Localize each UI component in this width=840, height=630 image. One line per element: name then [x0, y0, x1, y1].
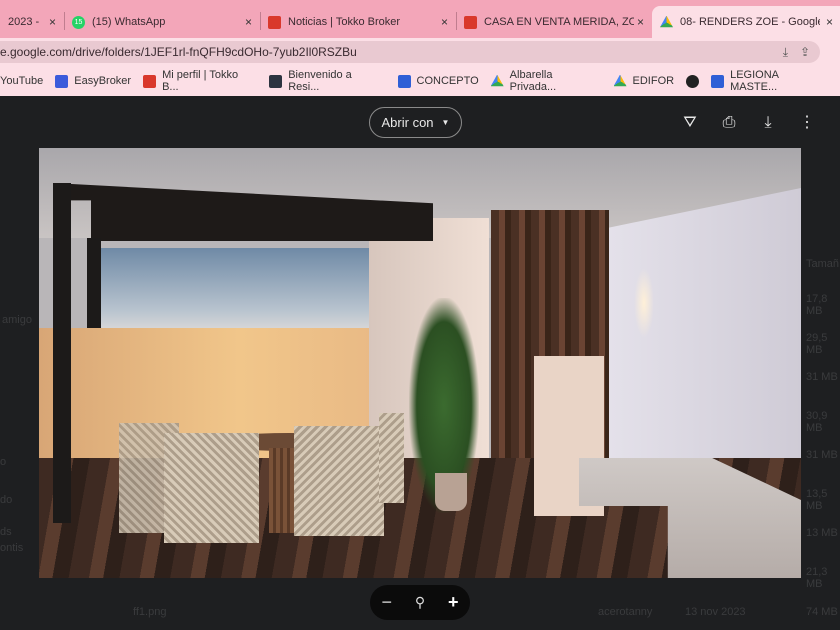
tab-label: 2023 -: [8, 16, 40, 28]
bookmark-youtube[interactable]: YouTube: [0, 75, 43, 87]
bg-text: 17,8 MB: [806, 293, 828, 317]
bookmark-easybroker[interactable]: EasyBroker: [55, 74, 132, 88]
address-bar-row: e.google.com/drive/folders/1JEF1rl-fnQFH…: [0, 38, 840, 66]
url-text: e.google.com/drive/folders/1JEF1rl-fnQFH…: [0, 45, 357, 59]
bg-text: 21,3 MB: [806, 566, 828, 590]
close-icon[interactable]: ×: [245, 15, 252, 29]
bg-text: do: [0, 494, 13, 506]
bg-text: Tamañ: [806, 258, 840, 270]
bg-text: 13,5 MB: [806, 488, 828, 512]
bookmark-label: EDIFOR: [632, 75, 675, 87]
bookmarks-bar: YouTube EasyBroker Mi perfil | Tokko B..…: [0, 66, 840, 96]
bookmark-label: Albarella Privada...: [509, 69, 557, 93]
pergola-post: [53, 183, 71, 523]
tab-label: 08- RENDERS ZOE - Google D: [680, 16, 820, 28]
open-with-button[interactable]: Abrir con ▼: [369, 107, 462, 138]
google-drive-icon: [490, 74, 504, 87]
dropbox-icon: [711, 74, 725, 88]
tokko-icon: [268, 15, 281, 29]
zoom-controls: − ⚲ +: [370, 585, 470, 620]
tab-label: Noticias | Tokko Broker: [288, 16, 401, 28]
dropbox-icon: [397, 74, 411, 88]
tab-label: CASA EN VENTA MERIDA, ZOE: [484, 16, 634, 28]
whatsapp-icon: 15: [72, 15, 85, 29]
tokko-icon: [464, 15, 477, 29]
bookmark-globe[interactable]: [686, 74, 700, 88]
wall-light: [634, 268, 654, 338]
tab-whatsapp[interactable]: 15 (15) WhatsApp ×: [64, 6, 260, 38]
zoom-out-button[interactable]: −: [381, 592, 392, 613]
globe-icon: [686, 74, 700, 88]
easybroker-icon: [55, 74, 69, 88]
bg-text: ff1.png: [133, 606, 167, 618]
bookmark-label: Mi perfil | Tokko B...: [162, 69, 239, 93]
install-icon[interactable]: ⤓: [783, 41, 788, 63]
bg-text: o: [0, 456, 7, 468]
bookmark-label: Bienvenido a Resi...: [288, 69, 352, 93]
close-icon[interactable]: ×: [637, 15, 644, 29]
bg-text: ontis: [0, 542, 24, 554]
tab-bar: 2023 - × 15 (15) WhatsApp × Noticias | Tok…: [0, 0, 840, 38]
site-icon: [269, 74, 283, 88]
tokko-icon: [143, 74, 157, 88]
google-drive-icon: [660, 15, 673, 28]
bookmark-label: CONCEPTO: [416, 75, 479, 87]
pergola-post: [87, 238, 101, 328]
more-options-icon[interactable]: ⋮: [796, 112, 818, 134]
chair: [164, 433, 259, 543]
close-icon[interactable]: ×: [49, 15, 56, 29]
open-with-label: Abrir con: [381, 115, 434, 130]
chair: [379, 413, 404, 503]
print-icon[interactable]: ⎙: [718, 112, 740, 134]
planter-pot: [435, 473, 467, 511]
close-icon[interactable]: ×: [441, 15, 448, 29]
caret-down-icon: ▼: [441, 118, 450, 127]
bg-text: 74 MB: [806, 606, 838, 618]
image-preview: [39, 148, 801, 578]
download-icon[interactable]: ⤓: [757, 112, 779, 134]
bookmark-legiona[interactable]: LEGIONA MASTE...: [711, 69, 828, 93]
add-to-drive-icon[interactable]: ⛛: [679, 112, 701, 134]
bg-text: 13 MB: [806, 527, 838, 539]
zoom-in-button[interactable]: +: [448, 592, 459, 613]
bookmark-label: LEGIONA MASTE...: [730, 69, 779, 93]
bg-text: amigo: [2, 314, 32, 326]
bg-text: 13 nov 2023: [685, 606, 746, 618]
bookmark-bienvenido[interactable]: Bienvenido a Resi...: [269, 69, 385, 93]
bookmark-concepto[interactable]: CONCEPTO: [397, 74, 479, 88]
share-icon[interactable]: ⇪: [800, 41, 810, 63]
tab-1[interactable]: 2023 - ×: [0, 6, 64, 38]
bg-text: 31 MB: [806, 449, 838, 461]
bg-text: 31 MB: [806, 371, 838, 383]
bookmark-tokko[interactable]: Mi perfil | Tokko B...: [143, 69, 257, 93]
bg-text: ds: [0, 526, 12, 538]
google-drive-icon: [613, 74, 627, 87]
bg-text: 29,5 MB: [806, 332, 828, 356]
sky: [99, 248, 389, 338]
bookmark-label: EasyBroker: [74, 75, 132, 87]
bg-text: acerotanny: [598, 606, 653, 618]
bookmark-label: YouTube: [0, 75, 44, 87]
chair: [294, 426, 384, 536]
bookmark-albarella[interactable]: Albarella Privada...: [490, 69, 602, 93]
close-icon[interactable]: ×: [826, 15, 833, 29]
zoom-reset-icon[interactable]: ⚲: [415, 594, 425, 611]
bg-text: 30,9 MB: [806, 410, 828, 434]
tab-label: (15) WhatsApp: [92, 16, 166, 28]
url-input[interactable]: e.google.com/drive/folders/1JEF1rl-fnQFH…: [0, 41, 820, 63]
tab-renders-zoe[interactable]: 08- RENDERS ZOE - Google D ×: [652, 6, 840, 38]
tab-casa[interactable]: CASA EN VENTA MERIDA, ZOE ×: [456, 6, 652, 38]
tab-tokko[interactable]: Noticias | Tokko Broker ×: [260, 6, 456, 38]
bookmark-edifor[interactable]: EDIFOR: [613, 74, 675, 88]
